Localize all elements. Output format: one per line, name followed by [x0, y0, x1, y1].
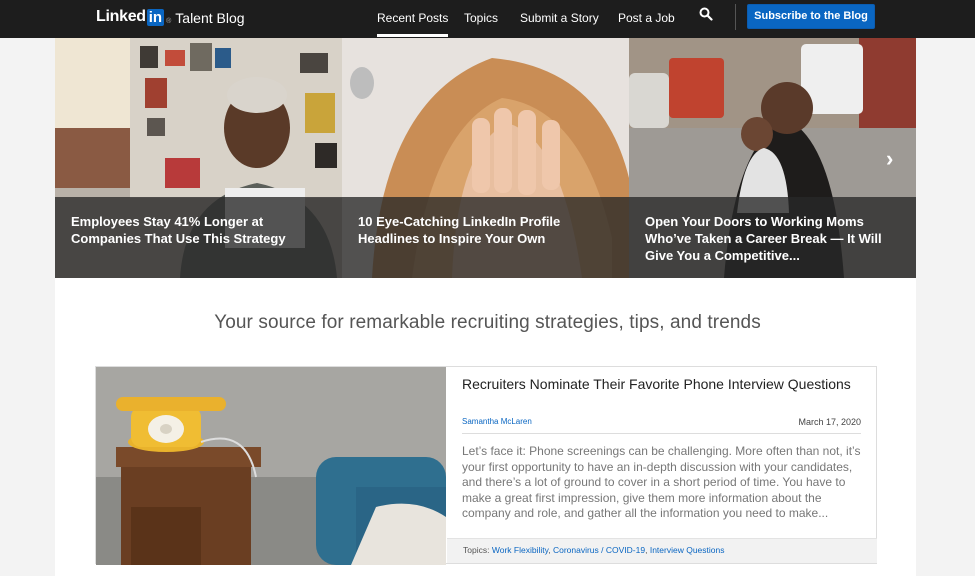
nav-topics[interactable]: Topics: [464, 11, 498, 25]
carousel-slide[interactable]: 10 Eye-Catching LinkedIn Profile Headlin…: [342, 38, 629, 278]
yellow-phone-photo: [96, 367, 446, 565]
topic-link-coronavirus[interactable]: Coronavirus / COVID-19: [553, 545, 645, 555]
logo-blog-name: Talent Blog: [175, 10, 245, 26]
topic-separator: ,: [645, 545, 648, 555]
slide-title: Employees Stay 41% Longer at Companies T…: [71, 214, 286, 246]
slide-caption: 10 Eye-Catching LinkedIn Profile Headlin…: [342, 197, 629, 278]
nav-divider: [735, 4, 736, 30]
topic-link-interview-questions[interactable]: Interview Questions: [650, 545, 725, 555]
linkedin-talent-blog-logo[interactable]: Linked in ® Talent Blog: [96, 8, 245, 26]
slide-caption: Open Your Doors to Working Moms Who’ve T…: [629, 197, 916, 278]
article-body: Recruiters Nominate Their Favorite Phone…: [447, 367, 877, 563]
subscribe-button[interactable]: Subscribe to the Blog: [747, 4, 875, 29]
slide-title: Open Your Doors to Working Moms Who’ve T…: [645, 214, 882, 263]
blog-tagline: Your source for remarkable recruiting st…: [214, 312, 761, 333]
logo-wordmark: Linked: [96, 8, 146, 25]
topic-link-work-flexibility[interactable]: Work Flexibility: [492, 545, 548, 555]
carousel-slide[interactable]: Employees Stay 41% Longer at Companies T…: [55, 38, 342, 278]
logo-in-badge: in: [146, 8, 165, 26]
topics-label: Topics:: [463, 545, 490, 555]
topic-separator: ,: [548, 545, 551, 555]
search-icon[interactable]: [699, 7, 715, 23]
article-title[interactable]: Recruiters Nominate Their Favorite Phone…: [462, 376, 862, 393]
nav-recent-posts[interactable]: Recent Posts: [377, 11, 449, 37]
article-excerpt: Let’s face it: Phone screenings can be c…: [462, 444, 861, 520]
featured-carousel: Employees Stay 41% Longer at Companies T…: [55, 38, 916, 278]
article-thumbnail: [96, 367, 446, 565]
slide-caption: Employees Stay 41% Longer at Companies T…: [55, 197, 342, 278]
carousel-slide[interactable]: Open Your Doors to Working Moms Who’ve T…: [629, 38, 916, 278]
nav-submit-a-story[interactable]: Submit a Story: [520, 11, 599, 25]
chevron-right-icon[interactable]: ›: [886, 148, 893, 170]
article-author[interactable]: Samantha McLaren: [462, 417, 532, 426]
featured-article-card[interactable]: Recruiters Nominate Their Favorite Phone…: [95, 366, 877, 565]
article-date: March 17, 2020: [798, 417, 861, 427]
article-divider: [462, 433, 861, 434]
logo-registered-mark: ®: [166, 17, 172, 25]
article-topics: Topics: Work Flexibility, Coronavirus / …: [447, 538, 877, 563]
slide-title: 10 Eye-Catching LinkedIn Profile Headlin…: [358, 214, 561, 246]
top-nav: Linked in ® Talent Blog Recent Posts Top…: [0, 0, 975, 38]
nav-post-a-job[interactable]: Post a Job: [618, 11, 675, 25]
